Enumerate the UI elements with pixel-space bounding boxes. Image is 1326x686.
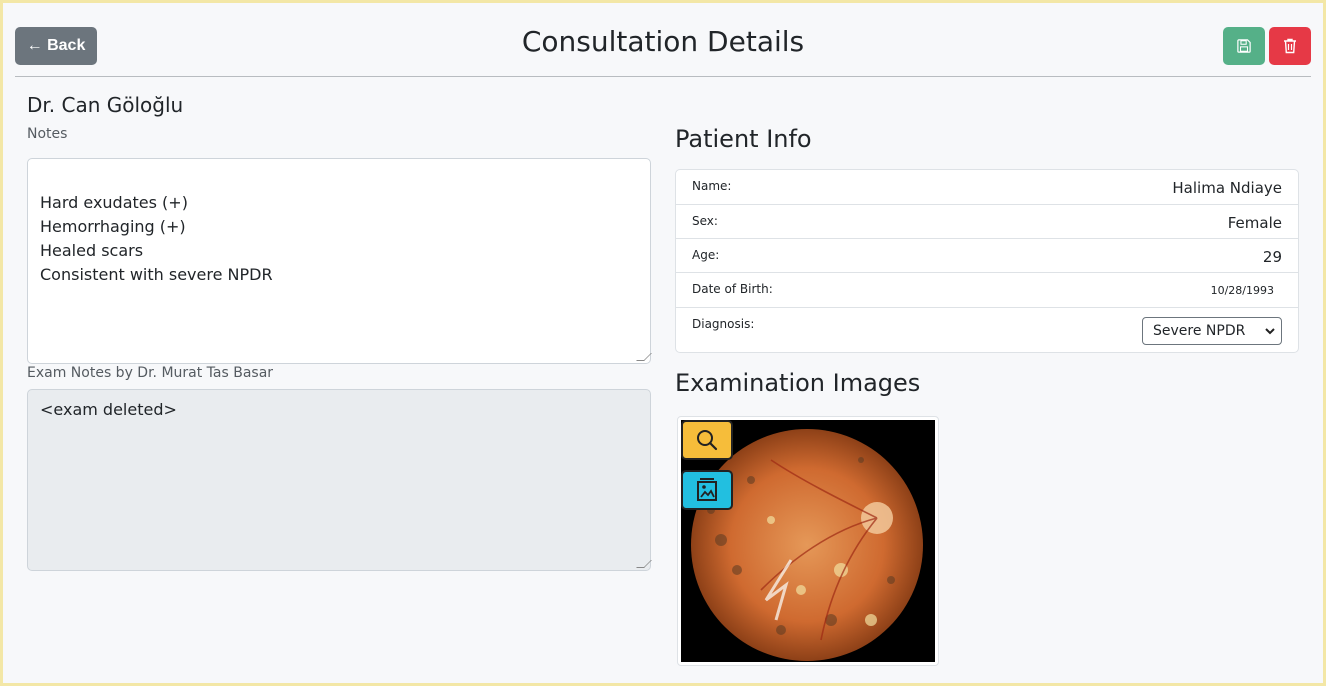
patient-name-value: Halima Ndiaye [1172,179,1282,197]
magnifier-icon [697,430,718,451]
patient-sex-value: Female [1227,214,1282,232]
notes-label: Notes [27,126,68,142]
notes-text: Hard exudates (+) Hemorrhaging (+) Heale… [40,193,273,284]
resize-grip-icon[interactable] [636,353,652,361]
save-button[interactable] [1223,27,1265,65]
info-row-sex: Sex: Female [676,205,1298,239]
page-title: Consultation Details [521,25,805,58]
patient-dob-value: 10/28/1993 [1210,284,1274,297]
info-row-name: Name: Halima Ndiaye [676,170,1298,205]
info-label: Name: [692,179,732,193]
diagnosis-selected-value: Severe NPDR [1153,323,1246,339]
zoom-button[interactable] [681,420,733,460]
trash-icon [1284,38,1296,54]
delete-button[interactable] [1269,27,1311,65]
header-divider [15,76,1311,77]
info-row-diagnosis: Diagnosis: Severe NPDR [676,308,1298,354]
info-label: Date of Birth: [692,282,773,296]
image-icon [697,478,717,501]
floppy-disk-icon [1237,39,1251,53]
info-label: Age: [692,248,720,262]
info-row-age: Age: 29 [676,239,1298,273]
exam-notes-label: Exam Notes by Dr. Murat Tas Basar [27,365,274,381]
info-label: Diagnosis: [692,317,755,331]
resize-grip-icon [636,560,652,568]
patient-info-card: Name: Halima Ndiaye Sex: Female Age: 29 … [675,169,1299,353]
diagnosis-select[interactable]: Severe NPDR [1142,317,1282,345]
doctor-name: Dr. Can Göloğlu [27,93,184,117]
exam-notes-textarea: <exam deleted> [27,389,652,571]
image-view-button[interactable] [681,470,733,510]
info-label: Sex: [692,214,718,228]
chevron-down-icon [1265,328,1275,335]
info-row-dob: Date of Birth: 10/28/1993 [676,273,1298,308]
exam-notes-text: <exam deleted> [40,400,177,419]
examination-images-title: Examination Images [675,369,921,397]
patient-info-title: Patient Info [675,125,812,153]
notes-textarea[interactable]: Hard exudates (+) Hemorrhaging (+) Heale… [27,158,652,364]
patient-age-value: 29 [1262,248,1282,266]
